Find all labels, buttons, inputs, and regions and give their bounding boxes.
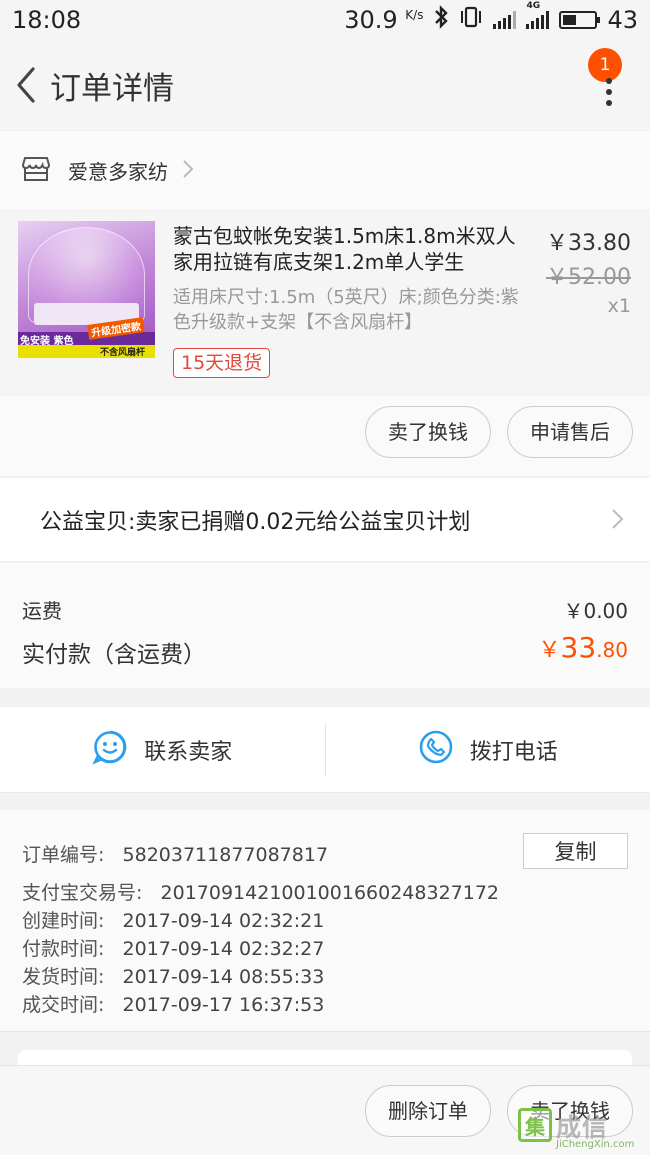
- more-button[interactable]: 1: [588, 48, 628, 108]
- phone-icon: [418, 729, 454, 771]
- paid-currency: ￥: [538, 638, 561, 663]
- product-image[interactable]: 免安装 紫色 升级加密款 不含风扇杆: [18, 221, 155, 358]
- charity-text: 公益宝贝:卖家已捐赠0.02元给公益宝贝计划: [40, 509, 471, 535]
- network-type: 4G: [526, 1, 541, 11]
- call-phone-button[interactable]: 拨打电话: [326, 707, 650, 792]
- battery-level: 43: [607, 6, 638, 34]
- footer-bar: 删除订单 卖了换钱: [0, 1065, 650, 1155]
- battery-icon: [559, 11, 601, 29]
- shop-header[interactable]: 爱意多家纺: [0, 131, 650, 211]
- info-key: 创建时间:: [22, 910, 105, 932]
- signal-icon: [493, 11, 517, 29]
- paid-decimal: .80: [596, 638, 628, 662]
- shop-name: 爱意多家纺: [68, 160, 168, 184]
- net-speed: 30.9 K/s: [344, 6, 423, 34]
- shipped-time: 2017-09-14 08:55:33: [122, 966, 325, 988]
- copy-button[interactable]: 复制: [523, 833, 628, 869]
- chat-icon: [92, 729, 128, 771]
- page-title: 订单详情: [50, 70, 174, 107]
- shop-actions: 卖了换钱 申请售后: [365, 406, 633, 458]
- paid-amount: ￥33.80: [539, 631, 628, 664]
- bluetooth-icon: [433, 5, 449, 35]
- order-number-row: 订单编号: 58203711877087817: [22, 840, 328, 867]
- shop-section: 爱意多家纺 免安装 紫色 升级加密款 不含风扇杆 蒙古包蚊帐免安装1.5m床1.…: [0, 131, 650, 476]
- refund-tag: 15天退货: [173, 348, 271, 378]
- chevron-right-icon: [611, 508, 624, 534]
- product-price: ￥33.80: [546, 231, 631, 256]
- paid-time: 2017-09-14 02:32:27: [122, 938, 325, 960]
- info-key: 付款时间:: [22, 938, 105, 960]
- charity-row[interactable]: 公益宝贝:卖家已捐赠0.02元给公益宝贝计划: [0, 478, 650, 562]
- status-bar: 18:08 30.9 K/s 4G 43: [0, 0, 650, 40]
- image-badge-3: 不含风扇杆: [100, 348, 146, 358]
- sell-button[interactable]: 卖了换钱: [365, 406, 491, 458]
- product-sku: 适用床尺寸:1.5m（5英尺）床;颜色分类:紫色升级款+支架【不含风扇杆】: [173, 287, 519, 333]
- info-key: 发货时间:: [22, 966, 105, 988]
- contact-bar: 联系卖家 拨打电话: [0, 707, 650, 793]
- completed-time-row: 成交时间: 2017-09-17 16:37:53: [22, 990, 324, 1017]
- contact-seller-label: 联系卖家: [144, 739, 233, 765]
- info-key: 订单编号:: [22, 844, 105, 866]
- shipped-time-row: 发货时间: 2017-09-14 08:55:33: [22, 962, 324, 989]
- info-key: 成交时间:: [22, 994, 105, 1016]
- net-speed-unit: K/s: [405, 8, 424, 22]
- alipay-number-row: 支付宝交易号: 2017091421001001660248327172: [22, 878, 499, 905]
- info-key: 支付宝交易号:: [22, 882, 143, 904]
- image-badge-1: 免安装 紫色: [20, 336, 74, 347]
- completed-time: 2017-09-17 16:37:53: [122, 994, 325, 1016]
- signal-4g-icon: 4G: [526, 1, 550, 29]
- order-number: 58203711877087817: [122, 844, 329, 866]
- shipping-label: 运费: [22, 599, 62, 623]
- paid-integer: 33: [560, 631, 597, 664]
- nav-bar: 订单详情 1: [0, 40, 650, 130]
- after-sale-button[interactable]: 申请售后: [507, 406, 633, 458]
- chevron-right-icon: [182, 159, 194, 183]
- product-title[interactable]: 蒙古包蚊帐免安装1.5m床1.8m米双人家用拉链有底支架1.2m单人学生: [173, 223, 533, 275]
- net-speed-value: 30.9: [344, 6, 398, 34]
- created-time: 2017-09-14 02:32:21: [122, 910, 325, 932]
- paid-label: 实付款（含运费）: [22, 642, 206, 668]
- notification-badge: 1: [588, 48, 622, 82]
- alipay-number: 2017091421001001660248327172: [160, 882, 500, 904]
- footer-sell-button[interactable]: 卖了换钱: [507, 1085, 633, 1137]
- shipping-value: ￥0.00: [563, 599, 628, 623]
- paid-time-row: 付款时间: 2017-09-14 02:32:27: [22, 934, 324, 961]
- product-item[interactable]: 免安装 紫色 升级加密款 不含风扇杆 蒙古包蚊帐免安装1.5m床1.8m米双人家…: [0, 211, 650, 396]
- contact-seller-button[interactable]: 联系卖家: [0, 707, 325, 792]
- product-original-price: ￥52.00: [546, 265, 631, 290]
- delete-order-button[interactable]: 删除订单: [365, 1085, 491, 1137]
- fees-section: 运费 ￥0.00 实付款（含运费） ￥33.80: [0, 563, 650, 688]
- more-icon: [606, 78, 612, 106]
- battery-fill: [563, 15, 577, 25]
- call-phone-label: 拨打电话: [469, 739, 558, 765]
- footer-actions: 删除订单 卖了换钱: [365, 1085, 633, 1137]
- product-quantity: x1: [607, 295, 631, 317]
- store-icon: [21, 156, 51, 186]
- status-time: 18:08: [12, 6, 82, 34]
- vibrate-icon: [459, 6, 483, 34]
- created-time-row: 创建时间: 2017-09-14 02:32:21: [22, 906, 324, 933]
- order-info-section: 订单编号: 58203711877087817 复制 支付宝交易号: 20170…: [0, 810, 650, 1032]
- back-arrow-icon[interactable]: [6, 60, 46, 110]
- status-right: 30.9 K/s 4G 43: [344, 1, 638, 35]
